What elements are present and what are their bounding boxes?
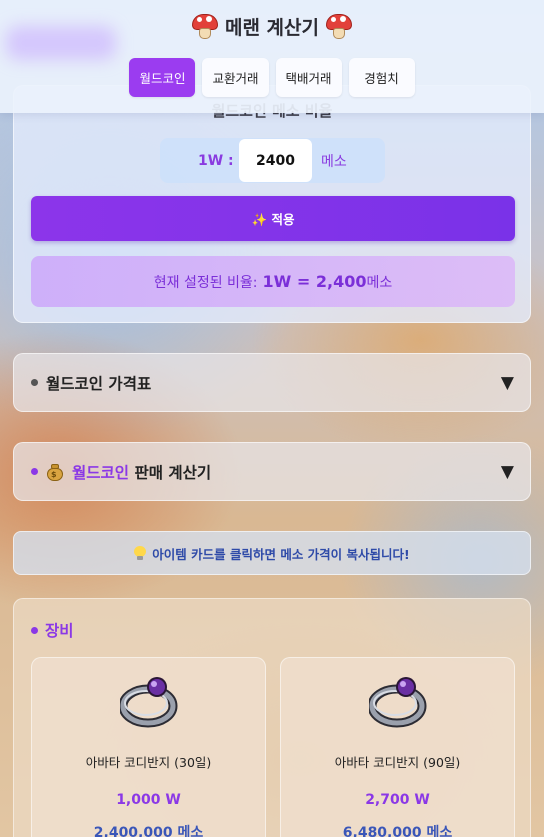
app-header: 메랜 계산기 월드코인 교환거래 택배거래 경험치 [0, 0, 544, 113]
item-name: 아바타 코디반지 (30일) [85, 755, 212, 770]
ring-icon [118, 672, 180, 732]
apply-button-label: ✨ 적용 [251, 212, 295, 227]
current-rate-label: 현재 설정된 비율: [153, 274, 258, 291]
copy-hint: 아이템 카드를 클릭하면 메소 가격이 복사됩니다! [13, 531, 531, 575]
rate-prefix: 1W : [198, 152, 234, 169]
sell-calculator-highlight: 월드코인 [72, 463, 130, 482]
current-rate-display: 현재 설정된 비율: 1W = 2,400 메소 [31, 256, 515, 307]
price-table-section[interactable]: 월드코인 가격표 ▼ [13, 353, 531, 412]
tab-delivery[interactable]: 택배거래 [275, 58, 342, 97]
rate-input[interactable] [239, 139, 312, 182]
item-price-meso: 2,400,000 메소 [93, 825, 204, 837]
tab-bar: 월드코인 교환거래 택배거래 경험치 [0, 58, 544, 97]
equipment-section: 장비 아바타 코디반지 (30일) 1,000 W 2,400,000 메소 아… [13, 598, 531, 837]
sell-calculator-section[interactable]: $ 월드코인 판매 계산기 ▼ [13, 442, 531, 501]
item-card[interactable]: 아바타 코디반지 (30일) 1,000 W 2,400,000 메소 [31, 657, 266, 837]
bullet-icon [31, 626, 38, 634]
rate-input-group: 1W : 메소 [160, 138, 385, 183]
mushroom-icon [191, 12, 219, 40]
equipment-title: 장비 [31, 619, 74, 641]
bullet-icon [31, 379, 38, 386]
lightbulb-icon [134, 545, 147, 561]
expand-arrow-icon[interactable]: ▼ [501, 462, 514, 482]
rate-suffix: 메소 [321, 153, 347, 170]
ring-icon [367, 672, 429, 732]
item-name: 아바타 코디반지 (90일) [334, 755, 461, 770]
current-rate-value: 1W = 2,400 [262, 272, 367, 291]
ratio-card: 월드코인 메소 비율 1W : 메소 ✨ 적용 현재 설정된 비율: 1W = … [13, 85, 531, 323]
copy-hint-text: 아이템 카드를 클릭하면 메소 가격이 복사됩니다! [152, 546, 410, 562]
apply-button[interactable]: ✨ 적용 [31, 196, 515, 241]
item-price-meso: 6,480,000 메소 [342, 825, 453, 837]
page-title: 메랜 계산기 [224, 16, 319, 39]
title-row: 메랜 계산기 [0, 8, 544, 44]
money-bag-icon: $ [46, 463, 64, 481]
sell-calculator-label: $ 월드코인 판매 계산기 [46, 461, 211, 483]
item-price-w: 2,700 W [365, 792, 430, 808]
bullet-icon [31, 468, 38, 475]
tab-experience[interactable]: 경험치 [348, 58, 415, 97]
equipment-title-text: 장비 [45, 622, 74, 640]
price-table-label: 월드코인 가격표 [46, 374, 152, 393]
sell-calculator-rest: 판매 계산기 [134, 463, 212, 482]
current-rate-unit: 메소 [366, 274, 393, 291]
item-card[interactable]: 아바타 코디반지 (90일) 2,700 W 6,480,000 메소 [280, 657, 515, 837]
mushroom-icon [325, 12, 353, 40]
expand-arrow-icon[interactable]: ▼ [501, 373, 514, 393]
tab-worldcoin[interactable]: 월드코인 [129, 58, 196, 97]
tab-exchange[interactable]: 교환거래 [202, 58, 269, 97]
item-price-w: 1,000 W [116, 792, 181, 808]
